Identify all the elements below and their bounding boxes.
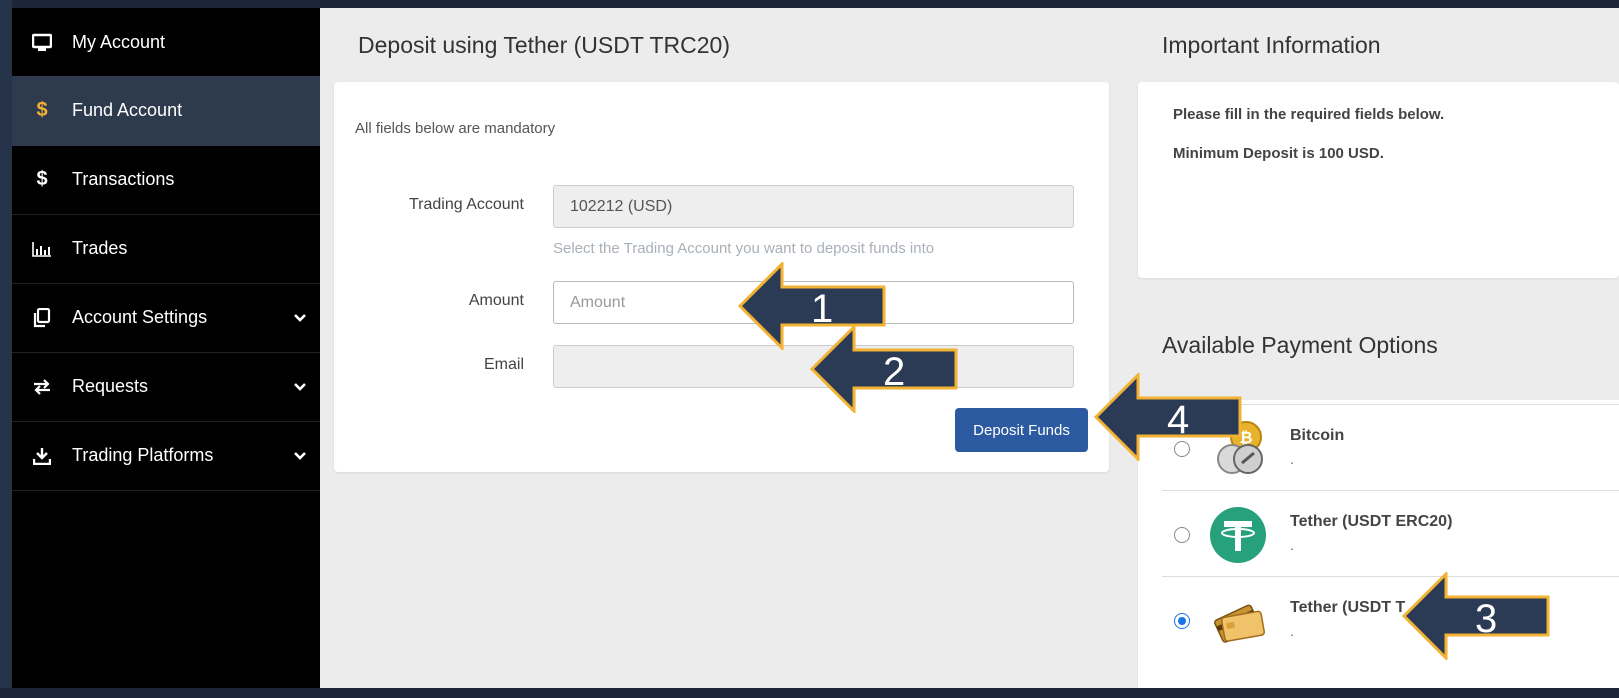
sidebar-item-label: Trades [72,238,128,258]
trading-account-select[interactable]: 102212 (USD) [553,185,1074,228]
chevron-down-icon[interactable] [280,382,320,392]
sidebar-item-label: Fund Account [72,100,183,120]
sidebar: My Account $ Fund Account $ Transactions… [12,8,320,688]
deposit-funds-button[interactable]: Deposit Funds [955,408,1088,452]
sidebar-item-label: Account Settings [72,307,208,327]
payment-option-desc: . [1290,451,1294,467]
backdrop-left [0,0,12,698]
dollar-icon: $ [36,99,48,121]
sidebar-item-my-account[interactable]: My Account [12,8,320,78]
payment-radio[interactable] [1174,527,1190,543]
info-title: Important Information [1162,32,1381,58]
monitor-icon [12,33,72,53]
info-line-2: Minimum Deposit is 100 USD. [1173,145,1384,162]
backdrop-top [0,0,1619,8]
copy-icon [12,307,72,328]
trading-account-hint: Select the Trading Account you want to d… [553,240,935,257]
dollar-icon: $ [36,168,48,190]
sidebar-item-fund-account[interactable]: $ Fund Account [12,76,320,146]
mandatory-note: All fields below are mandatory [355,120,556,137]
annotation-number-3: 3 [1475,597,1498,641]
sidebar-item-label: Trading Platforms [72,445,214,465]
payment-option-name: Tether (USDT ERC20) [1290,513,1453,530]
sidebar-item-transactions[interactable]: $ Transactions [12,145,320,215]
sidebar-item-label: My Account [72,32,166,52]
bar-chart-icon [12,241,72,257]
sidebar-item-requests[interactable]: Requests [12,352,320,422]
payment-option-tether-erc20[interactable]: Tether (USDT ERC20) . [1162,490,1619,576]
payment-option-name: Tether (USDT T [1290,599,1406,616]
backdrop-bottom [0,688,1619,698]
sidebar-item-account-settings[interactable]: Account Settings [12,283,320,353]
tether-icon [1208,505,1268,565]
deposit-title: Deposit using Tether (USDT TRC20) [358,32,730,58]
annotation-number-4: 4 [1167,398,1190,442]
payment-radio-selected[interactable] [1174,613,1190,629]
amount-label: Amount [468,292,524,309]
credit-cards-icon [1208,591,1268,651]
trading-account-label: Trading Account [408,196,524,213]
payment-option-desc: . [1290,537,1294,553]
email-label: Email [483,356,524,373]
download-icon [12,447,72,465]
payment-options-title: Available Payment Options [1162,332,1438,358]
sidebar-item-label: Transactions [72,169,175,189]
info-line-1: Please fill in the required fields below… [1173,106,1445,123]
sidebar-item-trading-platforms[interactable]: Trading Platforms [12,421,320,491]
exchange-icon [12,378,72,395]
chevron-down-icon[interactable] [280,313,320,323]
sidebar-item-label: Requests [72,376,149,396]
chevron-down-icon[interactable] [280,451,320,461]
payment-option-name: Bitcoin [1290,427,1345,444]
payment-option-desc: . [1290,623,1294,639]
sidebar-item-trades[interactable]: Trades [12,214,320,284]
annotation-number-2: 2 [883,350,906,394]
trading-account-value: 102212 (USD) [570,197,673,215]
